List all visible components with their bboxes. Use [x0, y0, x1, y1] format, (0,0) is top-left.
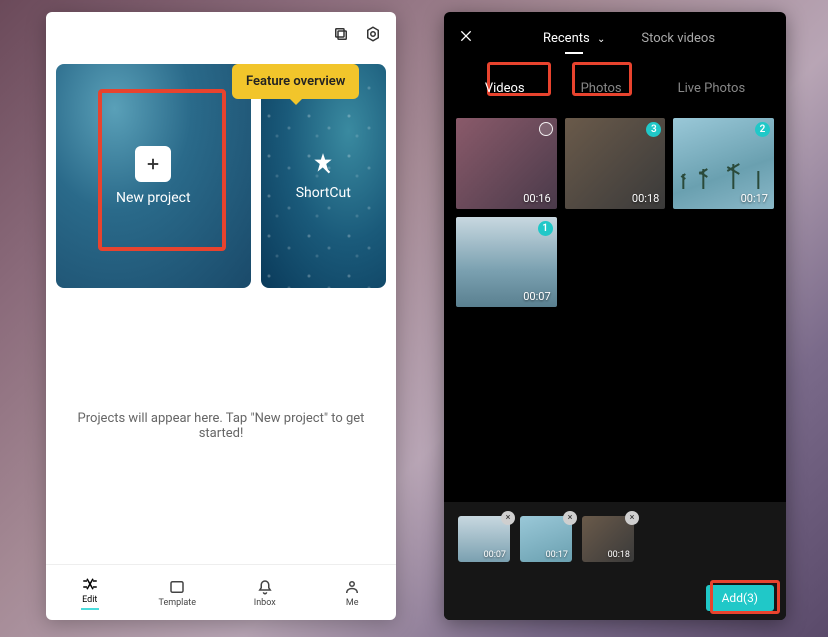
nav-edit-label: Edit: [82, 595, 97, 605]
media-grid: 00:16 3 00:18 2 00:17 1 00:07: [444, 112, 786, 313]
bottom-nav: Edit Template Inbox Me: [46, 564, 396, 620]
mtab-photos[interactable]: Photos: [565, 75, 638, 102]
duration-label: 00:18: [632, 192, 659, 205]
nav-me-label: Me: [346, 598, 359, 608]
select-circle-icon[interactable]: [539, 122, 553, 136]
selected-row: × 00:07 × 00:17 × 00:18: [444, 502, 786, 576]
media-thumb[interactable]: 00:16: [456, 118, 557, 209]
duration-label: 00:07: [484, 550, 506, 560]
phone-capcut-home: Feature overview New project ShortCut Pr…: [46, 12, 396, 620]
home-topbar: [46, 12, 396, 56]
select-badge[interactable]: 1: [538, 221, 553, 236]
media-thumb[interactable]: 1 00:07: [456, 217, 557, 308]
media-thumb[interactable]: 3 00:18: [565, 118, 666, 209]
tab-recents-label: Recents: [543, 31, 590, 46]
new-project-card[interactable]: New project: [56, 64, 251, 288]
remove-icon[interactable]: ×: [625, 511, 639, 525]
new-project-label: New project: [116, 190, 191, 206]
nav-me[interactable]: Me: [309, 565, 397, 620]
shortcut-label: ShortCut: [296, 185, 351, 201]
nav-inbox[interactable]: Inbox: [221, 565, 309, 620]
duration-label: 00:17: [546, 550, 568, 560]
remove-icon[interactable]: ×: [563, 511, 577, 525]
plus-icon: [135, 146, 171, 182]
duration-label: 00:18: [608, 550, 630, 560]
projects-empty: Projects will appear here. Tap "New proj…: [46, 288, 396, 564]
select-badge[interactable]: 2: [755, 122, 770, 137]
add-row: Add(3): [444, 576, 786, 620]
landscape-decoration: [673, 149, 774, 189]
mtab-videos[interactable]: Videos: [469, 75, 541, 102]
picker-header: Recents ⌄ Stock videos: [444, 12, 786, 64]
feature-overview-badge[interactable]: Feature overview: [232, 64, 359, 99]
media-type-tabs: Videos Photos Live Photos: [444, 64, 786, 112]
duration-label: 00:07: [523, 290, 550, 303]
select-badge[interactable]: 3: [646, 122, 661, 137]
selection-bar: × 00:07 × 00:17 × 00:18 Add(3): [444, 502, 786, 620]
copy-icon[interactable]: [332, 25, 350, 43]
mtab-live[interactable]: Live Photos: [662, 75, 762, 102]
nav-inbox-label: Inbox: [254, 598, 276, 608]
nav-template-label: Template: [159, 598, 196, 608]
selected-thumb[interactable]: × 00:18: [582, 516, 634, 562]
chevron-down-icon: ⌄: [597, 34, 605, 45]
remove-icon[interactable]: ×: [501, 511, 515, 525]
empty-text: Projects will appear here. Tap "New proj…: [66, 411, 376, 441]
tab-recents[interactable]: Recents ⌄: [543, 31, 605, 46]
tab-stock[interactable]: Stock videos: [641, 31, 715, 46]
home-cards: Feature overview New project ShortCut: [46, 56, 396, 288]
close-icon[interactable]: [458, 28, 486, 48]
selected-thumb[interactable]: × 00:07: [458, 516, 510, 562]
header-tabs: Recents ⌄ Stock videos: [486, 31, 772, 46]
duration-label: 00:17: [741, 192, 768, 205]
add-button[interactable]: Add(3): [706, 585, 774, 611]
settings-icon[interactable]: [364, 25, 382, 43]
duration-label: 00:16: [523, 192, 550, 205]
media-thumb[interactable]: 2 00:17: [673, 118, 774, 209]
nav-template[interactable]: Template: [134, 565, 222, 620]
nav-edit[interactable]: Edit: [46, 565, 134, 620]
selected-thumb[interactable]: × 00:17: [520, 516, 572, 562]
phone-media-picker: Recents ⌄ Stock videos Videos Photos Liv…: [444, 12, 786, 620]
